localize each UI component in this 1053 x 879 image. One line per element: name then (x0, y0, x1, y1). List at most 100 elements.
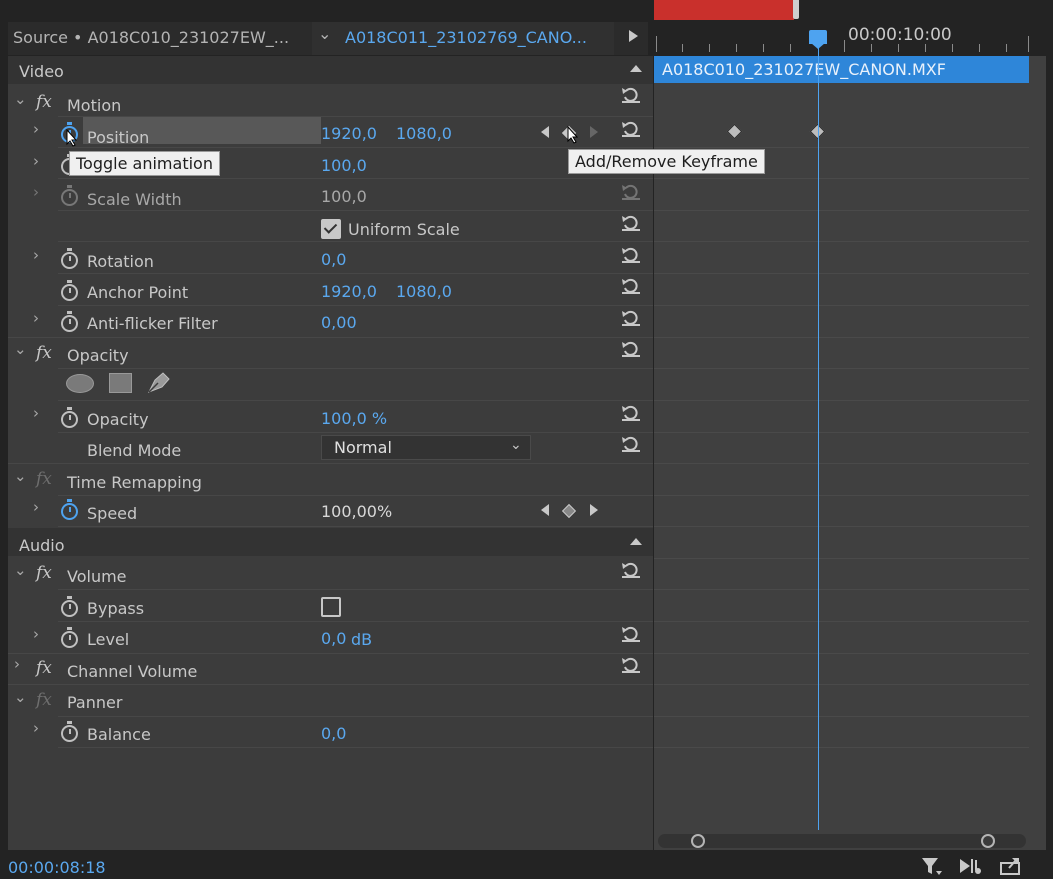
video-section-label: Video (19, 62, 64, 81)
filter-icon[interactable] (921, 857, 943, 877)
stopwatch-icon[interactable] (61, 499, 78, 520)
timeline-row-divider (654, 178, 1029, 179)
uniform-scale-checkbox[interactable] (321, 219, 341, 239)
anchor-point-x-value[interactable]: 1920,0 (321, 282, 377, 301)
uniform-scale-label: Uniform Scale (348, 220, 460, 239)
position-y-value[interactable]: 1080,0 (396, 124, 452, 143)
reset-icon[interactable] (621, 625, 641, 643)
effect-controls-panel: Source • A018C010_231027EW_... ⌄ A018C01… (0, 0, 1053, 879)
twirl-right-icon[interactable]: › (14, 655, 20, 673)
current-timecode[interactable]: 00:00:08:18 (8, 858, 106, 877)
next-keyframe-icon[interactable] (590, 126, 598, 138)
twirl-down-icon[interactable]: ⌄ (14, 90, 27, 108)
timeline-row-divider (654, 400, 1029, 401)
level-unit: dB (351, 630, 373, 649)
reset-icon[interactable] (621, 561, 641, 579)
stopwatch-icon[interactable] (61, 596, 78, 617)
twirl-right-icon[interactable]: › (33, 309, 39, 327)
anti-flicker-label: Anti-flicker Filter (87, 314, 218, 333)
stopwatch-icon[interactable] (61, 248, 78, 269)
twirl-right-icon[interactable]: › (33, 404, 39, 422)
reset-icon[interactable] (621, 277, 641, 295)
twirl-right-icon[interactable]: › (33, 120, 39, 138)
twirl-right-icon[interactable]: › (33, 625, 39, 643)
motion-effect-label: Motion (67, 96, 122, 115)
play-icon[interactable] (629, 30, 638, 42)
timeline-row-divider (654, 241, 1029, 242)
fx-icon[interactable]: fx (36, 658, 52, 678)
reset-icon[interactable] (621, 404, 641, 422)
playhead-handle[interactable] (809, 30, 827, 44)
opacity-value[interactable]: 100,0 % (321, 409, 387, 428)
twirl-down-icon[interactable]: ⌄ (14, 467, 27, 485)
stopwatch-icon[interactable] (61, 627, 78, 648)
sequence-clip-label[interactable]: A018C011_23102769_CANO... (345, 28, 587, 47)
next-keyframe-icon[interactable] (590, 504, 598, 516)
channel-volume-label: Channel Volume (67, 662, 198, 681)
reset-icon[interactable] (621, 120, 641, 138)
twirl-right-icon[interactable]: › (33, 498, 39, 516)
stopwatch-icon[interactable] (61, 280, 78, 301)
fx-icon[interactable]: fx (36, 92, 52, 112)
fx-icon[interactable]: fx (36, 343, 52, 363)
reset-icon[interactable] (621, 309, 641, 327)
reset-icon[interactable] (621, 340, 641, 358)
blend-mode-dropdown[interactable]: Normal ⌄ (321, 435, 531, 460)
scale-value[interactable]: 100,0 (321, 156, 367, 175)
level-label: Level (87, 630, 130, 649)
timeline-row-divider (654, 621, 1029, 622)
twirl-down-icon[interactable]: ⌄ (14, 688, 27, 706)
twirl-down-icon[interactable]: ⌄ (14, 561, 27, 579)
timeline-row-divider (654, 558, 1029, 559)
level-value[interactable]: 0,0 (321, 629, 346, 648)
work-area-bar[interactable] (654, 0, 794, 20)
timeline-zoom-scrollbar[interactable] (658, 834, 1026, 848)
reset-icon[interactable] (621, 86, 641, 104)
play-audio-icon[interactable] (958, 856, 984, 876)
anchor-point-label: Anchor Point (87, 283, 189, 302)
rotation-value[interactable]: 0,0 (321, 250, 346, 269)
bypass-checkbox[interactable] (321, 597, 341, 617)
scroll-start-handle[interactable] (691, 834, 705, 848)
toggle-animation-tooltip: Toggle animation (69, 151, 220, 176)
balance-value[interactable]: 0,0 (321, 724, 346, 743)
playhead-line[interactable] (818, 40, 819, 830)
speed-label: Speed (87, 504, 138, 523)
stopwatch-icon (61, 185, 78, 206)
source-clip-label[interactable]: Source • A018C010_231027EW_... (13, 28, 289, 47)
opacity-label: Opacity (87, 410, 149, 429)
reset-icon[interactable] (621, 214, 641, 232)
previous-keyframe-icon[interactable] (541, 504, 549, 516)
stopwatch-icon[interactable] (61, 721, 78, 742)
ellipse-mask-icon[interactable] (66, 374, 94, 393)
position-x-value[interactable]: 1920,0 (321, 124, 377, 143)
reset-icon[interactable] (621, 656, 641, 674)
stopwatch-icon[interactable] (61, 311, 78, 332)
scroll-end-handle[interactable] (981, 834, 995, 848)
anchor-point-y-value[interactable]: 1080,0 (396, 282, 452, 301)
twirl-right-icon[interactable]: › (33, 246, 39, 264)
rectangle-mask-icon[interactable] (109, 373, 132, 393)
stopwatch-icon[interactable] (61, 407, 78, 428)
timeline-row-divider (654, 495, 1029, 496)
reset-icon[interactable] (621, 435, 641, 453)
twirl-right-icon[interactable]: › (33, 152, 39, 170)
reset-icon[interactable] (621, 246, 641, 264)
fx-icon[interactable]: fx (36, 563, 52, 583)
chevron-down-icon[interactable]: ⌄ (318, 24, 331, 43)
twirl-right-icon[interactable]: › (33, 719, 39, 737)
twirl-down-icon[interactable]: ⌄ (14, 340, 27, 358)
audio-section-header[interactable] (8, 528, 653, 556)
work-area-handle[interactable] (793, 0, 799, 19)
twirl-right-icon[interactable]: › (33, 183, 39, 201)
collapse-audio-icon[interactable] (630, 538, 642, 545)
video-section-header[interactable] (8, 56, 653, 84)
pen-mask-icon[interactable] (146, 370, 172, 394)
collapse-video-icon[interactable] (630, 65, 642, 72)
speed-value[interactable]: 100,00% (321, 502, 392, 521)
anti-flicker-value[interactable]: 0,00 (321, 313, 357, 332)
previous-keyframe-icon[interactable] (541, 126, 549, 138)
timeline-row-divider (654, 526, 1029, 527)
time-ruler[interactable] (654, 22, 1029, 52)
export-icon[interactable] (999, 856, 1023, 876)
